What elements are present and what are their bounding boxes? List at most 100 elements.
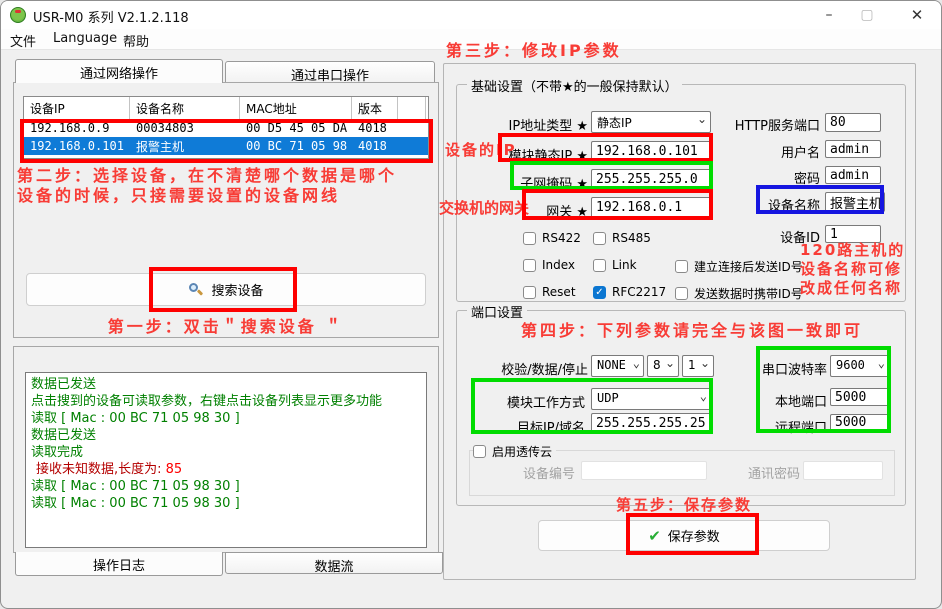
remote-port-input[interactable] (830, 414, 889, 432)
username-input[interactable] (825, 140, 881, 158)
step1-annotation: 第一步：双击＂搜索设备 ＂ (13, 313, 439, 337)
http-port-input[interactable] (825, 113, 881, 132)
log-line: 读取完成 (31, 444, 421, 461)
search-button-label: 搜索设备 (211, 280, 263, 299)
checkbox-cloud[interactable]: 启用透传云 (473, 443, 556, 460)
ip-type-select[interactable]: 静态IP⌄ (591, 111, 711, 133)
checkbox-send-id-on-connect[interactable]: 建立连接后发送ID号 (675, 258, 803, 275)
parity-select[interactable]: NONE⌄ (591, 355, 644, 377)
gateway-input[interactable] (591, 197, 711, 218)
checkbox-index[interactable]: Index (523, 258, 575, 272)
checkbox-box (675, 287, 688, 300)
log-panel: 数据已发送 点击搜到的设备可读取参数，右键点击设备列表显示更多功能 读取 [ M… (13, 346, 439, 581)
checkbox-rs422[interactable]: RS422 (523, 231, 581, 245)
tab-operation-log[interactable]: 操作日志 (15, 552, 223, 576)
comm-password-input[interactable] (803, 461, 883, 480)
cell-name: 00034803 (130, 121, 240, 135)
step4-annotation: 第四步：下列参数请完全与该图一致即可 (521, 317, 863, 341)
log-line: 数据已发送 (31, 376, 421, 393)
menu-language[interactable]: Language (53, 31, 117, 46)
checkbox-link[interactable]: Link (593, 258, 637, 272)
checkbox-box (675, 260, 688, 273)
col-header-ver[interactable]: 版本 (352, 97, 398, 119)
log-textarea[interactable]: 数据已发送 点击搜到的设备可读取参数，右键点击设备列表显示更多功能 读取 [ M… (25, 372, 427, 548)
save-params-button[interactable]: ✔ 保存参数 (538, 520, 830, 551)
menu-file[interactable]: 文件 (10, 31, 36, 50)
subnet-mask-input[interactable] (591, 169, 711, 190)
table-row-selected[interactable]: 192.168.0.101 报警主机 00 BC 71 05 98 30 401… (24, 137, 428, 155)
search-device-button[interactable]: 搜索设备 (26, 273, 426, 306)
log-line: 读取 [ Mac : 00 BC 71 05 98 30 ] (31, 478, 421, 495)
save-button-label: 保存参数 (668, 526, 720, 545)
port-settings-legend: 端口设置 (467, 302, 527, 321)
remote-port-label: 远程端口 (755, 417, 827, 436)
work-mode-select[interactable]: UDP⌄ (591, 388, 711, 410)
cell-ip: 192.168.0.9 (24, 121, 130, 135)
note-annotation-line3: 改成任何名称 (800, 277, 902, 298)
static-ip-input[interactable] (591, 141, 711, 162)
target-ip-label: 目标IP/域名 (481, 417, 585, 436)
baud-rate-select[interactable]: 9600⌄ (830, 355, 889, 377)
maximize-button[interactable]: ▢ (847, 1, 887, 29)
tab-network[interactable]: 通过网络操作 (15, 59, 223, 83)
target-ip-input[interactable] (591, 413, 711, 433)
local-port-input[interactable] (830, 388, 889, 406)
log-line-warning: 接收未知数据,长度为: 85 (31, 461, 421, 478)
device-number-label: 设备编号 (523, 463, 575, 482)
col-header-extra (398, 97, 426, 119)
username-label: 用户名 (707, 142, 820, 161)
checkbox-box (593, 259, 606, 272)
cell-mac: 00 BC 71 05 98 30 (240, 139, 352, 153)
col-header-mac[interactable]: MAC地址 (240, 97, 352, 119)
http-port-label: HTTP服务端口 (707, 115, 820, 134)
device-ip-annotation: 设备的IP (445, 139, 517, 160)
cell-ver: 4018 (352, 139, 398, 153)
checkbox-send-id-with-data[interactable]: 发送数据时携带ID号 (675, 285, 803, 302)
port-settings-group: 端口设置 第四步：下列参数请完全与该图一致即可 校验/数据/停止 NONE⌄ 8… (456, 310, 906, 506)
table-row[interactable]: 192.168.0.9 00034803 00 D5 45 05 DA D0 4… (24, 119, 428, 137)
close-button[interactable]: ✕ (897, 1, 937, 29)
log-line: 读取 [ Mac : 00 BC 71 05 98 30 ] (31, 410, 421, 427)
checkbox-reset[interactable]: Reset (523, 285, 576, 299)
comm-password-label: 通讯密码 (748, 463, 800, 482)
step3-annotation: 第三步：修改IP参数 (446, 37, 622, 61)
cell-ip: 192.168.0.101 (24, 139, 130, 153)
tab-serial[interactable]: 通过串口操作 (225, 61, 435, 83)
log-line: 数据已发送 (31, 427, 421, 444)
note-annotation-line2: 设备名称可修 (800, 258, 902, 279)
local-port-label: 本地端口 (755, 391, 827, 410)
log-line: 读取 [ Mac : 00 BC 71 05 98 30 ] (31, 495, 421, 512)
app-icon (10, 7, 26, 23)
device-number-input[interactable] (581, 461, 707, 480)
step2-annotation-line2: 设备的时候，只接需要设置的设备网线 (17, 182, 340, 206)
window-title: USR-M0 系列 V2.1.2.118 (33, 7, 189, 26)
checkbox-box (523, 259, 536, 272)
checkbox-rfc2217[interactable]: ✓RFC2217 (593, 285, 666, 299)
network-panel: 通过网络操作 通过串口操作 设备IP 设备名称 MAC地址 版本 192.168… (13, 59, 439, 338)
minimize-button[interactable]: – (809, 1, 849, 29)
col-header-ip[interactable]: 设备IP (24, 97, 130, 119)
password-input[interactable] (825, 166, 881, 184)
col-header-name[interactable]: 设备名称 (130, 97, 240, 119)
parity-label: 校验/数据/停止 (467, 359, 588, 378)
device-table: 设备IP 设备名称 MAC地址 版本 192.168.0.9 00034803 … (23, 96, 429, 159)
stopbits-select[interactable]: 1⌄ (682, 355, 714, 377)
app-window: USR-M0 系列 V2.1.2.118 – ▢ ✕ 文件 Language 帮… (0, 0, 942, 609)
databits-select[interactable]: 8⌄ (647, 355, 679, 377)
check-icon: ✔ (648, 527, 661, 545)
gateway-annotation: 交换机的网关 (439, 197, 529, 218)
checkbox-box (473, 445, 486, 458)
cell-mac: 00 D5 45 05 DA D0 (240, 121, 352, 135)
checkbox-box (523, 232, 536, 245)
basic-settings-legend: 基础设置（不带★的一般保持默认） (467, 76, 682, 95)
note-annotation-line1: 120路主机的 (800, 239, 905, 260)
cell-name: 报警主机 (130, 138, 240, 155)
step5-annotation: 第五步：保存参数 (616, 494, 752, 515)
device-name-label: 设备名称 (707, 195, 820, 214)
cell-ver: 4018 (352, 121, 398, 135)
tab-data-stream[interactable]: 数据流 (225, 552, 443, 574)
device-name-input[interactable] (825, 192, 885, 212)
menu-help[interactable]: 帮助 (123, 31, 149, 50)
subnet-mask-label: 子网掩码 ★ (467, 173, 588, 192)
checkbox-rs485[interactable]: RS485 (593, 231, 651, 245)
